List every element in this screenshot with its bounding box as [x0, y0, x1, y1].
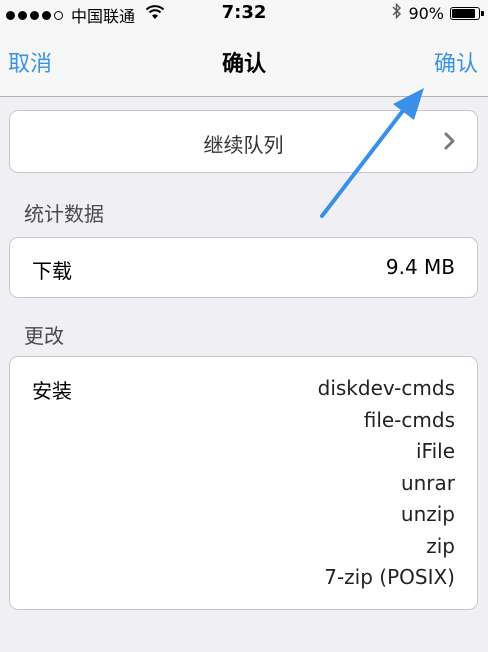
package-item: file-cmds [363, 407, 455, 432]
package-item: zip [426, 533, 455, 558]
battery-percent: 90% [408, 3, 444, 23]
package-item: unzip [400, 502, 455, 526]
status-bar: 中国联通 7:32 90% [0, 0, 488, 26]
install-label: 安装 [32, 379, 72, 403]
statistics-header: 统计数据 [24, 202, 104, 226]
changes-card: 安装 diskdev-cmds file-cmds iFile unrar un… [9, 356, 478, 610]
chevron-right-icon [444, 132, 455, 150]
confirm-button[interactable]: 确认 [434, 46, 478, 78]
changes-header: 更改 [24, 324, 64, 348]
package-list: diskdev-cmds file-cmds iFile unrar unzip… [318, 373, 455, 594]
package-item: iFile [415, 439, 455, 463]
package-item: unrar [400, 470, 455, 495]
continue-queue-button[interactable]: 继续队列 [9, 110, 478, 173]
package-item: 7-zip (POSIX) [324, 565, 455, 589]
download-value: 9.4 MB [385, 255, 455, 279]
package-item: diskdev-cmds [317, 376, 455, 400]
navigation-bar: 取消 确认 确认 [0, 26, 488, 97]
status-right: 90% [392, 2, 484, 23]
page-title: 确认 [221, 52, 266, 77]
continue-queue-label: 继续队列 [203, 133, 284, 157]
bluetooth-icon [392, 2, 402, 23]
battery-icon [450, 6, 484, 20]
download-label: 下载 [32, 259, 72, 283]
statistics-card: 下载 9.4 MB [9, 237, 478, 298]
